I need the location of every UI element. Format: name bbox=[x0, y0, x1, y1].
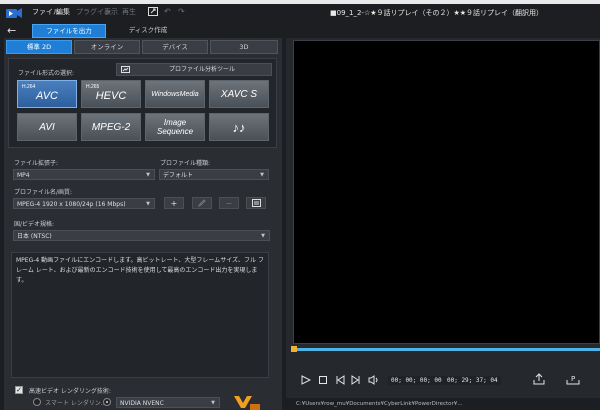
current-timecode: 00; 00; 00; 00 bbox=[388, 376, 445, 385]
format-hevc-button[interactable]: H.265 HEVC bbox=[81, 80, 141, 108]
play-icon[interactable] bbox=[301, 375, 311, 385]
smart-render-radio[interactable] bbox=[33, 398, 41, 406]
svg-text:P: P bbox=[571, 375, 575, 383]
menu-view[interactable]: 表示 bbox=[104, 7, 118, 17]
tab-file-output[interactable]: ファイルを出力 bbox=[32, 24, 106, 38]
undo-icon[interactable]: ↶ bbox=[164, 7, 171, 16]
output-path-bar: C:¥Users¥row_mu¥Documents¥CyberLink¥Powe… bbox=[286, 398, 600, 410]
chevron-down-icon: ▼ bbox=[146, 201, 150, 207]
profile-type-value: デフォルト bbox=[163, 172, 194, 179]
fast-render-label: 高速ビデオ レンダリング技術: bbox=[29, 388, 111, 395]
format-image-sequence-button[interactable]: Image Sequence bbox=[145, 113, 205, 141]
region-label: 国/ビデオ規格: bbox=[14, 221, 55, 228]
timeline-scrubber[interactable] bbox=[293, 348, 600, 351]
profile-details-button[interactable] bbox=[246, 197, 266, 209]
format-avc-label: AVC bbox=[35, 90, 58, 102]
edit-profile-button[interactable] bbox=[192, 197, 212, 209]
chevron-down-icon: ▼ bbox=[261, 233, 265, 239]
snapshot-icon[interactable] bbox=[533, 373, 545, 385]
format-mpeg2-label: MPEG-2 bbox=[91, 121, 131, 133]
format-windowsmedia-button[interactable]: WindowsMedia bbox=[145, 80, 205, 108]
profile-description: MPEG-4 動画ファイルにエンコードします。高ビットレート、大型フレームサイズ… bbox=[11, 252, 269, 378]
chevron-down-icon: ▼ bbox=[146, 172, 150, 178]
redo-icon[interactable]: ↷ bbox=[178, 7, 185, 16]
encoder-radio[interactable] bbox=[103, 398, 111, 406]
tab-disc-creation[interactable]: ディスク作成 bbox=[112, 24, 184, 36]
analyzer-icon bbox=[121, 66, 130, 73]
format-audio-button[interactable]: ♪♪ bbox=[209, 113, 269, 141]
plus-icon: + bbox=[170, 199, 178, 208]
profile-name-label: プロファイル名/画質: bbox=[14, 189, 73, 196]
video-preview bbox=[293, 40, 600, 344]
profile-analyzer-button[interactable]: プロファイル分析ツール bbox=[116, 63, 272, 76]
fast-render-checkbox[interactable]: ✓ bbox=[15, 386, 23, 394]
format-avc-button[interactable]: H.264 AVC bbox=[17, 80, 77, 108]
encoder-dropdown[interactable]: NVIDIA NVENC ▼ bbox=[116, 397, 220, 408]
encoder-value: NVIDIA NVENC bbox=[120, 400, 164, 407]
menu-playback[interactable]: 再生 bbox=[122, 7, 136, 17]
playhead-handle[interactable] bbox=[291, 346, 297, 352]
profile-name-value: MPEG-4 1920 x 1080/24p (16 Mbps) bbox=[17, 201, 126, 208]
profile-name-dropdown[interactable]: MPEG-4 1920 x 1080/24p (16 Mbps) ▼ bbox=[13, 198, 155, 209]
profile-analyzer-label: プロファイル分析ツール bbox=[169, 66, 236, 73]
tab-standard-2d[interactable]: 標準 2D bbox=[6, 40, 72, 54]
checkmark-icon: ✓ bbox=[16, 386, 22, 394]
chevron-down-icon: ▼ bbox=[260, 172, 264, 178]
file-extension-value: MP4 bbox=[17, 172, 30, 179]
file-format-label: ファイル形式の選択: bbox=[18, 70, 75, 77]
app-logo-icon bbox=[6, 8, 22, 18]
format-avc-sub: H.264 bbox=[22, 84, 36, 90]
format-xavcs-button[interactable]: XAVC S bbox=[209, 80, 269, 108]
format-mpeg2-button[interactable]: MPEG-2 bbox=[81, 113, 141, 141]
project-title: ■09_1_2-☆★９話リプレイ（その２）★★９話リプレイ（翻訳用） bbox=[330, 9, 544, 17]
format-audio-icon: ♪♪ bbox=[232, 119, 246, 135]
chevron-down-icon: ▼ bbox=[211, 400, 215, 406]
output-path-text: C:¥Users¥row_mu¥Documents¥CyberLink¥Powe… bbox=[296, 401, 463, 407]
total-timecode: 00; 29; 37; 04 bbox=[444, 376, 501, 385]
format-avi-button[interactable]: AVI bbox=[17, 113, 77, 141]
format-image-sequence-label: Image Sequence bbox=[156, 118, 194, 136]
minus-icon: − bbox=[225, 199, 233, 208]
preview-quality-icon[interactable]: P bbox=[566, 373, 580, 385]
previous-frame-icon[interactable] bbox=[335, 375, 345, 385]
details-icon bbox=[251, 199, 261, 207]
profile-type-dropdown[interactable]: デフォルト ▼ bbox=[159, 169, 269, 180]
format-avi-label: AVI bbox=[39, 121, 55, 133]
file-extension-label: ファイル拡張子: bbox=[14, 160, 59, 167]
smart-render-label: スマート レンダリン... bbox=[45, 400, 107, 407]
format-xavcs-label: XAVC S bbox=[220, 88, 258, 100]
export-icon[interactable] bbox=[148, 7, 158, 16]
window-top-strip bbox=[0, 0, 600, 4]
format-hevc-sub: H.265 bbox=[86, 84, 100, 90]
tab-device[interactable]: デバイス bbox=[142, 40, 208, 54]
next-frame-icon[interactable] bbox=[351, 375, 361, 385]
profile-type-label: プロファイル種類: bbox=[160, 160, 211, 167]
menu-edit[interactable]: 編集 bbox=[56, 7, 70, 17]
region-value: 日本 (NTSC) bbox=[17, 233, 52, 240]
stop-icon[interactable] bbox=[319, 376, 327, 384]
tab-online[interactable]: オンライン bbox=[74, 40, 140, 54]
format-hevc-label: HEVC bbox=[95, 90, 127, 102]
format-windowsmedia-label: WindowsMedia bbox=[151, 90, 199, 98]
back-arrow-icon[interactable]: ← bbox=[7, 24, 16, 37]
region-dropdown[interactable]: 日本 (NTSC) ▼ bbox=[13, 230, 270, 241]
tab-3d[interactable]: 3D bbox=[210, 40, 278, 54]
hardware-accel-logo-icon bbox=[234, 396, 260, 410]
add-profile-button[interactable]: + bbox=[164, 197, 184, 209]
pencil-icon bbox=[197, 199, 206, 208]
remove-profile-button[interactable]: − bbox=[219, 197, 239, 209]
file-extension-dropdown[interactable]: MP4 ▼ bbox=[13, 169, 155, 180]
volume-icon[interactable] bbox=[368, 375, 380, 385]
